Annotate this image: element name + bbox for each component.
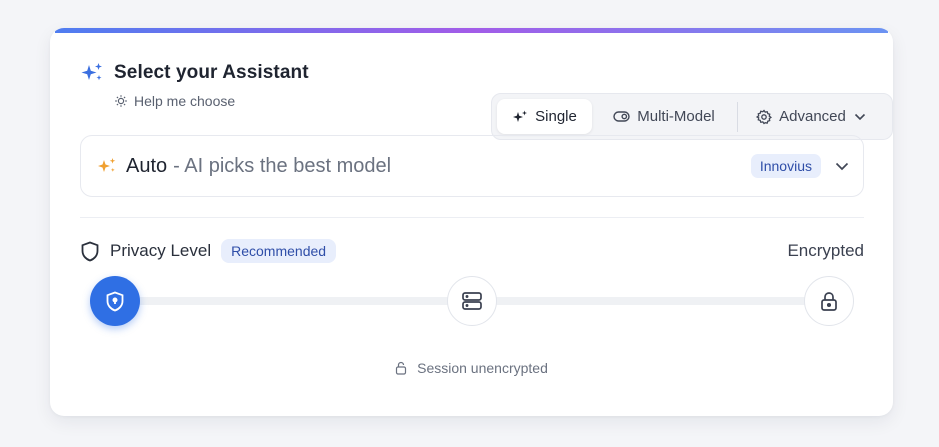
chevron-down-icon: [835, 162, 849, 170]
chevron-down-icon: [854, 113, 865, 120]
accent-gradient-bar: [55, 28, 888, 33]
title-row: Select your Assistant: [80, 62, 309, 84]
privacy-stop-lock[interactable]: [804, 276, 854, 326]
server-icon: [462, 292, 482, 310]
recommended-badge: Recommended: [221, 239, 337, 263]
header: Select your Assistant Help me choose Sin…: [80, 62, 893, 140]
privacy-level-slider[interactable]: [90, 276, 854, 326]
multi-model-button[interactable]: Multi-Model: [595, 99, 733, 134]
toggle-icon: [613, 111, 630, 122]
mode-toggle-group: Single Multi-Model Advanced: [491, 93, 893, 140]
privacy-header: Privacy Level Recommended Encrypted: [80, 237, 864, 265]
help-me-choose-link[interactable]: Help me choose: [114, 93, 235, 109]
help-link-label: Help me choose: [134, 93, 236, 109]
single-mode-button[interactable]: Single: [497, 99, 592, 134]
sparkle-icon: [81, 63, 102, 81]
model-description: - AI picks the best model: [173, 154, 392, 177]
single-mode-label: Single: [535, 108, 577, 125]
sparkle-icon: [513, 110, 528, 122]
provider-badge: Innovius: [750, 154, 821, 178]
section-divider: [80, 217, 864, 218]
shield-icon: [106, 291, 124, 311]
session-status-label: Session unencrypted: [417, 360, 548, 376]
advanced-dropdown-button[interactable]: Advanced: [748, 99, 874, 134]
advanced-label: Advanced: [779, 108, 846, 125]
lock-icon: [821, 291, 837, 311]
privacy-stop-shield[interactable]: [90, 276, 140, 326]
privacy-stop-server[interactable]: [447, 276, 497, 326]
gear-icon: [756, 109, 773, 124]
model-name: Auto: [126, 154, 168, 177]
unlock-icon: [396, 361, 407, 375]
current-privacy-level: Encrypted: [787, 241, 864, 260]
assistant-selector-card: Select your Assistant Help me choose Sin…: [50, 28, 893, 416]
mode-divider: [737, 101, 738, 132]
privacy-level-label: Privacy Level: [110, 241, 212, 260]
shield-icon: [81, 241, 99, 261]
multi-model-label: Multi-Model: [637, 108, 715, 125]
sparkle-icon: [98, 158, 116, 172]
model-select-dropdown[interactable]: Auto - AI picks the best model Innovius: [80, 135, 864, 197]
page-title: Select your Assistant: [114, 62, 309, 83]
session-status: Session unencrypted: [50, 360, 893, 376]
lightbulb-icon: [115, 95, 127, 107]
